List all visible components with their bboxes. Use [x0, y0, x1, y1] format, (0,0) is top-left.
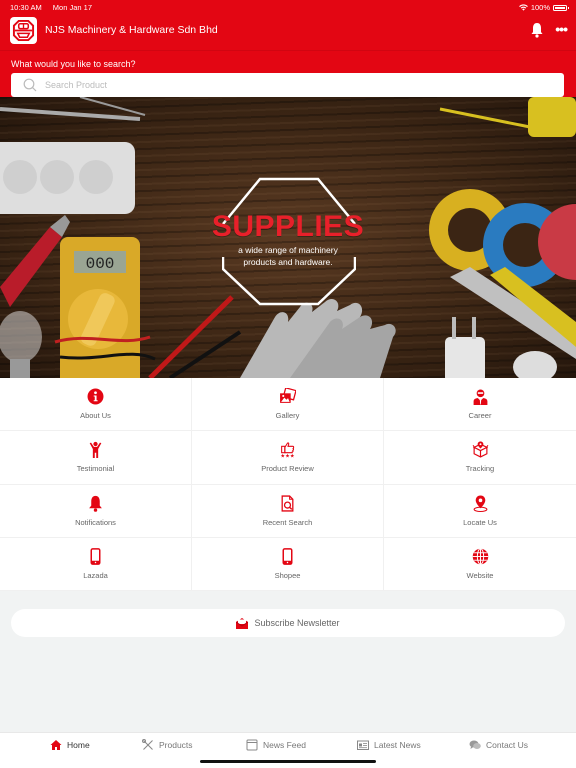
status-date: Mon Jan 17	[52, 3, 92, 12]
search-icon	[23, 78, 37, 92]
newspaper-icon	[357, 740, 369, 750]
banner-subtitle-line1: a wide range of machinery	[238, 245, 338, 255]
tab-latest-news[interactable]: Latest News	[357, 739, 421, 751]
menu-label: Tracking	[465, 464, 495, 474]
tab-label: Contact Us	[486, 740, 529, 750]
menu-grid: About Us Gallery Career Testimonial ★★★ …	[0, 378, 576, 591]
menu-label: Product Review	[261, 464, 314, 474]
hero-banner[interactable]: 000 SUPPLIES a wide range of machinery p…	[0, 97, 576, 378]
banner-subtitle-line2: products and hardware.	[243, 257, 333, 267]
menu-label: Testimonial	[76, 464, 115, 474]
menu-label: Career	[468, 411, 492, 421]
menu-label: About Us	[80, 411, 111, 421]
recent-search-icon	[281, 495, 294, 512]
tab-label: Latest News	[374, 740, 421, 750]
menu-label: Website	[466, 570, 494, 580]
menu-item-career[interactable]: Career	[384, 378, 576, 432]
search-input[interactable]	[45, 80, 525, 90]
menu-item-gallery[interactable]: Gallery	[192, 378, 384, 432]
tab-contact-us[interactable]: Contact Us	[469, 739, 528, 751]
status-time: 10:30 AM	[10, 3, 42, 12]
tab-products[interactable]: Products	[142, 739, 193, 751]
notification-bell-icon[interactable]	[530, 22, 544, 38]
tab-label: Products	[159, 740, 193, 750]
phone-icon	[282, 547, 293, 565]
newsletter-label: Subscribe Newsletter	[254, 618, 340, 628]
location-pin-icon	[473, 495, 487, 512]
menu-item-website[interactable]: Website	[384, 538, 576, 591]
testimonial-icon	[89, 442, 102, 459]
phone-icon	[90, 547, 101, 565]
newsletter-envelope-icon	[236, 617, 249, 629]
product-review-icon: ★★★	[280, 442, 295, 459]
news-feed-icon	[246, 739, 258, 751]
bell-icon	[89, 495, 102, 512]
search-prompt: What would you like to search?	[11, 59, 136, 69]
menu-item-shopee[interactable]: Shopee	[192, 537, 384, 591]
company-logo	[10, 17, 37, 44]
menu-item-product-review[interactable]: ★★★ Product Review	[192, 431, 384, 485]
menu-item-tracking[interactable]: Tracking	[384, 431, 576, 485]
tab-label: News Feed	[263, 740, 306, 750]
home-icon	[50, 740, 62, 750]
battery-percent: 100%	[530, 3, 550, 12]
menu-label: Gallery	[275, 411, 300, 421]
menu-item-testimonial[interactable]: Testimonial	[0, 431, 192, 485]
subscribe-newsletter-button[interactable]: Subscribe Newsletter	[11, 609, 565, 637]
gallery-icon	[280, 388, 296, 403]
menu-item-locate-us[interactable]: Locate Us	[384, 485, 576, 538]
search-bar[interactable]	[11, 73, 564, 97]
battery-icon	[553, 4, 569, 11]
wifi-icon	[518, 4, 528, 11]
tab-news-feed[interactable]: News Feed	[246, 739, 306, 751]
app-bar-divider	[0, 50, 576, 51]
banner-subtitle: a wide range of machinery products and h…	[0, 244, 576, 268]
globe-icon	[472, 548, 488, 565]
tab-home[interactable]: Home	[50, 739, 90, 751]
menu-label: Recent Search	[262, 517, 313, 527]
menu-item-about-us[interactable]: About Us	[0, 378, 192, 432]
status-bar: 10:30 AM Mon Jan 17 100%	[0, 0, 576, 14]
chat-bubbles-icon	[469, 740, 481, 749]
logo-icon	[12, 19, 35, 42]
info-icon	[87, 388, 104, 405]
banner-title: SUPPLIES	[211, 210, 365, 243]
menu-item-notifications[interactable]: Notifications	[0, 484, 192, 538]
home-indicator[interactable]	[200, 760, 376, 763]
menu-item-lazada[interactable]: Lazada	[0, 537, 192, 591]
app-header: 10:30 AM Mon Jan 17 100% NJS Machinery &…	[0, 0, 576, 97]
menu-label: Locate Us	[463, 517, 497, 527]
svg-text:★★★: ★★★	[280, 454, 294, 459]
tracking-icon	[472, 441, 488, 458]
menu-label: Notifications	[75, 517, 116, 527]
tools-icon	[142, 739, 153, 750]
menu-item-recent-search[interactable]: Recent Search	[192, 484, 384, 538]
more-options-button[interactable]: •••	[555, 22, 568, 36]
app-bar: NJS Machinery & Hardware Sdn Bhd •••	[0, 16, 576, 46]
menu-label: Shopee	[274, 570, 301, 580]
tab-label: Home	[67, 740, 90, 750]
menu-label: Lazada	[83, 570, 108, 580]
career-icon	[473, 389, 487, 406]
app-title: NJS Machinery & Hardware Sdn Bhd	[45, 24, 218, 36]
